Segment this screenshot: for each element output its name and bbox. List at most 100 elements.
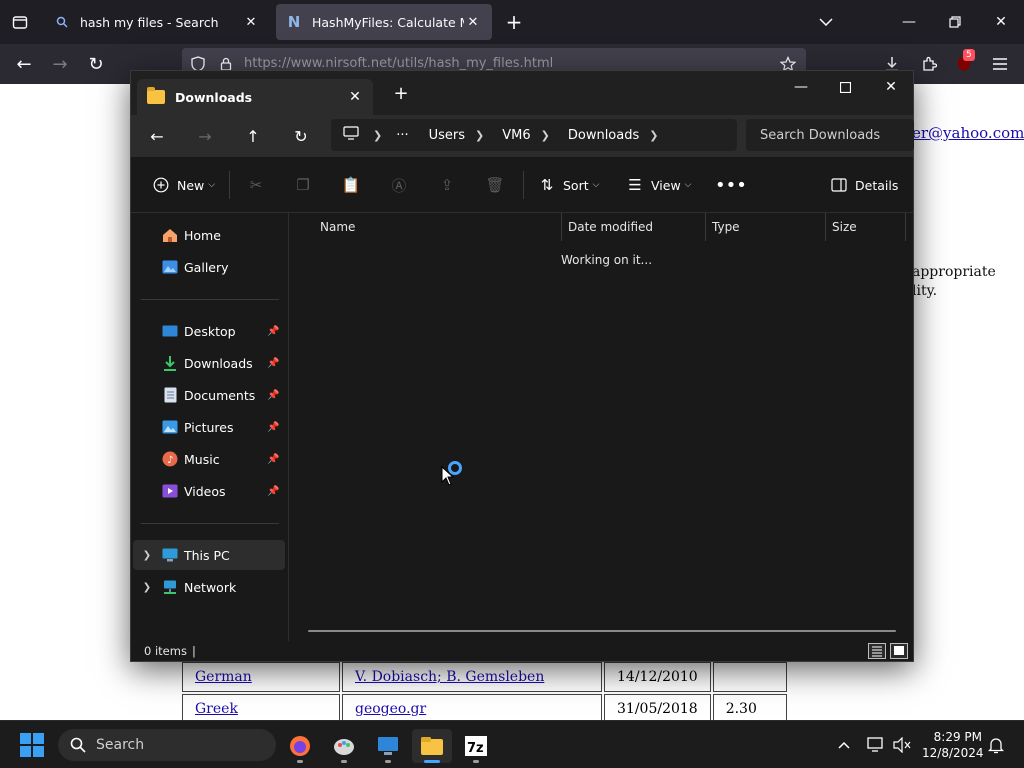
file-explorer-icon[interactable] <box>412 729 452 763</box>
minimize-icon[interactable]: — <box>894 10 924 34</box>
sidebar-item-label: Home <box>184 227 221 243</box>
remote-desktop-icon[interactable] <box>368 729 408 763</box>
breadcrumb[interactable]: ❯ ··· Users ❯ VM6 ❯ Downloads ❯ <box>331 119 737 151</box>
new-button[interactable]: New ⌵ <box>151 173 215 197</box>
copy-button[interactable]: ❐ <box>293 173 319 197</box>
search-input[interactable] <box>746 119 914 151</box>
more-icon[interactable]: ··· <box>396 128 408 143</box>
explorer-tab-downloads[interactable]: Downloads ✕ <box>137 79 373 115</box>
sidebar-item-gallery[interactable]: Gallery <box>133 252 285 282</box>
back-arrow-icon[interactable]: ← <box>145 125 169 147</box>
monitor-icon[interactable] <box>343 126 359 144</box>
close-icon[interactable]: ✕ <box>464 13 482 31</box>
more-options-button[interactable]: ••• <box>715 173 747 197</box>
horizontal-scrollbar[interactable] <box>308 630 896 632</box>
sidebar-item-documents[interactable]: Documents 📌 <box>133 380 285 410</box>
pin-icon[interactable]: 📌 <box>267 454 281 465</box>
pin-icon[interactable]: 📌 <box>267 486 281 497</box>
translator-link[interactable]: geogeo.gr <box>355 701 426 717</box>
minimize-icon[interactable]: — <box>785 75 817 99</box>
details-button[interactable]: Details <box>829 173 898 197</box>
maximize-icon[interactable] <box>829 75 861 99</box>
language-link[interactable]: German <box>195 669 252 685</box>
explorer-title-bar[interactable]: Downloads ✕ + — ✕ <box>131 71 913 115</box>
svg-text:7z: 7z <box>467 741 484 756</box>
close-icon[interactable]: ✕ <box>986 10 1016 34</box>
browser-tab-search[interactable]: hash my files - Search ✕ <box>44 4 270 40</box>
email-link[interactable]: er@yahoo.com <box>912 124 1024 142</box>
pin-icon[interactable]: 📌 <box>267 390 281 401</box>
explorer-address-bar: ← → ↑ ↻ ❯ ··· Users ❯ VM6 ❯ Downloads ❯ <box>131 115 914 157</box>
7zip-icon[interactable]: 7z <box>456 729 496 763</box>
pin-icon[interactable]: 📌 <box>267 358 281 369</box>
status-separator: | <box>192 644 196 658</box>
tiles-view-icon[interactable] <box>890 643 908 659</box>
sidebar-item-downloads[interactable]: Downloads 📌 <box>133 348 285 378</box>
back-arrow-icon[interactable]: ← <box>12 52 36 76</box>
pin-icon[interactable]: 📌 <box>267 422 281 433</box>
chevron-right-icon[interactable]: ❯ <box>133 550 161 561</box>
clock-time: 8:29 PM <box>933 730 982 744</box>
close-icon[interactable]: ✕ <box>242 13 260 31</box>
file-list[interactable]: Name Date modified Type Size Working on … <box>290 213 913 641</box>
chevron-right-icon[interactable]: ❯ <box>475 129 484 142</box>
taskbar-search[interactable]: Search <box>58 729 276 761</box>
chevron-right-icon[interactable]: ❯ <box>373 129 382 142</box>
refresh-icon[interactable]: ↻ <box>289 125 313 147</box>
reload-icon[interactable]: ↻ <box>84 52 108 76</box>
share-button[interactable]: ⇪ <box>437 173 463 197</box>
network-status-icon[interactable] <box>866 735 886 755</box>
copy-icon: ❐ <box>296 176 310 194</box>
new-tab-icon[interactable]: + <box>503 10 525 34</box>
rename-button[interactable]: Ⓐ <box>389 173 415 197</box>
delete-button[interactable]: 🗑 <box>485 173 511 197</box>
divider <box>141 523 279 524</box>
close-icon[interactable]: ✕ <box>875 75 907 99</box>
chevron-right-icon[interactable]: ❯ <box>649 129 658 142</box>
column-header-date-modified[interactable]: Date modified <box>562 213 706 241</box>
column-header-size[interactable]: Size <box>826 213 906 241</box>
view-button[interactable]: ☰ View ⌵ <box>625 173 691 197</box>
chevron-up-icon[interactable] <box>834 735 854 755</box>
chevron-down-icon[interactable] <box>815 12 837 32</box>
sidebar-item-desktop[interactable]: Desktop 📌 <box>133 316 285 346</box>
notification-bell-icon[interactable] <box>986 735 1006 755</box>
clock[interactable]: 8:29 PM 12/8/2024 <box>922 729 984 761</box>
tab-list-icon[interactable] <box>8 10 32 34</box>
sort-button[interactable]: ⇅ Sort ⌵ <box>537 173 600 197</box>
browser-tab-hashmyfiles[interactable]: N HashMyFiles: Calculate MD5/SHA1 ✕ <box>276 4 492 40</box>
details-view-icon[interactable] <box>868 643 886 659</box>
paste-button[interactable]: 📋 <box>341 173 367 197</box>
translator-link[interactable]: V. Dobiasch; B. Gemsleben <box>355 669 544 685</box>
up-arrow-icon[interactable]: ↑ <box>241 125 265 147</box>
column-header-type[interactable]: Type <box>706 213 826 241</box>
breadcrumb-vm6[interactable]: VM6 <box>502 128 530 143</box>
sidebar-item-label: Videos <box>184 483 226 499</box>
breadcrumb-downloads[interactable]: Downloads <box>568 128 639 143</box>
cut-button[interactable]: ✂ <box>246 173 272 197</box>
breadcrumb-users[interactable]: Users <box>429 128 465 143</box>
speaker-muted-icon[interactable] <box>892 735 912 755</box>
sidebar-item-home[interactable]: Home <box>133 220 285 250</box>
paint-icon[interactable] <box>324 729 364 763</box>
forward-arrow-icon[interactable]: → <box>48 52 72 76</box>
sidebar-item-this-pc[interactable]: ❯ This PC <box>133 540 285 570</box>
menu-icon[interactable] <box>988 52 1012 76</box>
nirsoft-icon: N <box>287 13 301 31</box>
forward-arrow-icon[interactable]: → <box>193 125 217 147</box>
close-icon[interactable]: ✕ <box>347 89 363 105</box>
language-link[interactable]: Greek <box>195 701 238 717</box>
chevron-right-icon[interactable]: ❯ <box>541 129 550 142</box>
column-header-name[interactable]: Name <box>314 213 562 241</box>
sidebar-item-pictures[interactable]: Pictures 📌 <box>133 412 285 442</box>
pin-icon[interactable]: 📌 <box>267 326 281 337</box>
extensions-icon[interactable] <box>917 52 941 76</box>
windows-start-icon[interactable] <box>20 733 44 757</box>
firefox-icon[interactable] <box>280 729 320 763</box>
new-tab-icon[interactable]: + <box>391 83 411 104</box>
restore-icon[interactable] <box>940 10 970 34</box>
sidebar-item-music[interactable]: ♪ Music 📌 <box>133 444 285 474</box>
sidebar-item-videos[interactable]: Videos 📌 <box>133 476 285 506</box>
chevron-right-icon[interactable]: ❯ <box>133 582 161 593</box>
sidebar-item-network[interactable]: ❯ Network <box>133 572 285 602</box>
